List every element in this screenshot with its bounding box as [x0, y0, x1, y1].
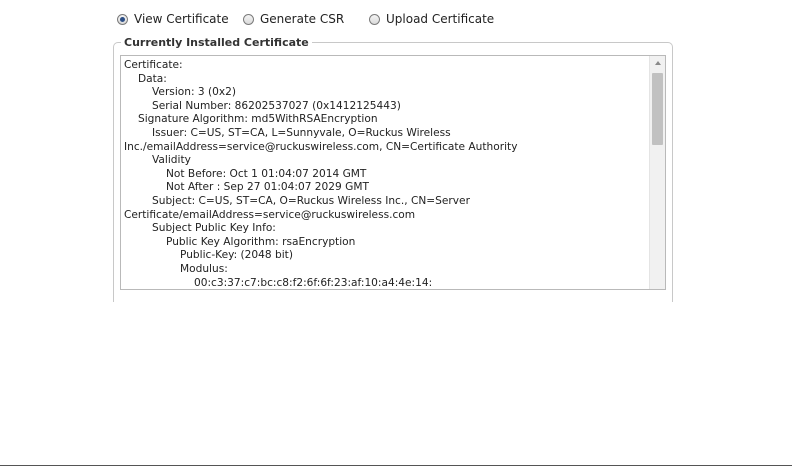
cert-line: Public Key Algorithm: rsaEncryption: [166, 235, 356, 248]
cert-line: Validity: [152, 154, 191, 167]
scroll-up-button[interactable]: [650, 56, 665, 70]
certificate-textarea[interactable]: Certificate: Data: Version: 3 (0x2) Seri…: [120, 55, 666, 290]
view-certificate-label: View Certificate: [134, 12, 229, 26]
upload-certificate-label: Upload Certificate: [386, 12, 495, 26]
cert-line: Not After : Sep 27 01:04:07 2029 GMT: [166, 181, 369, 194]
arrow-up-icon: [654, 61, 661, 65]
cert-line: 00:c3:37:c7:bc:c8:f2:6f:6f:23:af:10:a4:4…: [194, 276, 433, 289]
radio-unchecked-icon[interactable]: [369, 13, 380, 25]
cert-line: Serial Number: 86202537027 (0x1412125443…: [152, 99, 401, 112]
cert-line: Subject Public Key Info:: [152, 222, 276, 235]
cert-line: Signature Algorithm: md5WithRSAEncryptio…: [138, 113, 378, 126]
certificate-text: Certificate: Data: Version: 3 (0x2) Seri…: [124, 59, 646, 289]
radio-checked-icon[interactable]: [117, 13, 128, 25]
radio-unchecked-icon[interactable]: [243, 13, 254, 25]
cert-line: Public-Key: (2048 bit): [180, 249, 293, 262]
installed-certificate-group: Currently Installed Certificate Certific…: [113, 36, 673, 302]
cert-line: Issuer: C=US, ST=CA, L=Sunnyvale, O=Ruck…: [152, 126, 451, 139]
cert-line: Certificate/emailAddress=service@ruckusw…: [124, 208, 416, 221]
generate-csr-radio[interactable]: Generate CSR: [243, 12, 344, 26]
cert-line: Inc./emailAddress=service@ruckuswireless…: [124, 140, 518, 153]
cert-line: Data:: [138, 72, 167, 85]
scrollbar-thumb[interactable]: [652, 73, 663, 145]
generate-csr-label: Generate CSR: [260, 12, 345, 26]
view-certificate-radio[interactable]: View Certificate: [117, 12, 229, 26]
cert-line: Certificate:: [124, 59, 183, 71]
group-legend: Currently Installed Certificate: [121, 36, 312, 49]
vertical-scrollbar[interactable]: [649, 56, 665, 289]
cert-line: Not Before: Oct 1 01:04:07 2014 GMT: [166, 167, 367, 180]
bottom-divider: [0, 465, 792, 466]
cert-line: Version: 3 (0x2): [152, 86, 237, 99]
cert-line: Modulus:: [180, 262, 228, 275]
cert-line: Subject: C=US, ST=CA, O=Ruckus Wireless …: [152, 194, 470, 207]
upload-certificate-radio[interactable]: Upload Certificate: [369, 12, 494, 26]
